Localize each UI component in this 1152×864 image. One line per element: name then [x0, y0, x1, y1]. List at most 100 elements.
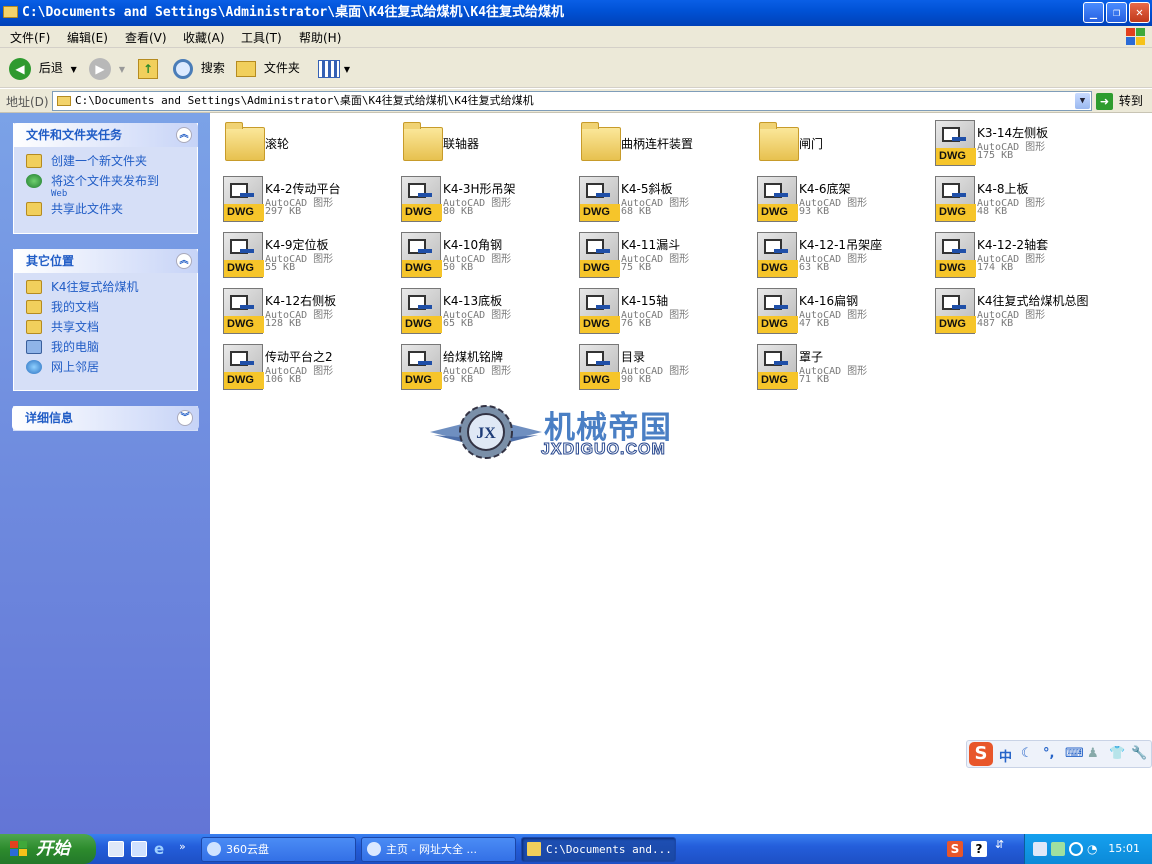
chevron-down-icon[interactable]: ▼ — [119, 65, 125, 74]
dwg-file-icon: DWG — [397, 175, 442, 222]
dwg-file-item[interactable]: DWG K4-13底板 AutoCAD 图形 65 KB — [393, 284, 568, 338]
dwg-file-item[interactable]: DWG K4-11漏斗 AutoCAD 图形 75 KB — [571, 228, 746, 282]
dwg-file-item[interactable]: DWG K4-5斜板 AutoCAD 图形 68 KB — [571, 172, 746, 226]
panel-header[interactable]: 文件和文件夹任务 ︽ — [13, 123, 198, 147]
file-size: 106 KB — [265, 374, 302, 385]
keyboard-icon[interactable]: ⌨ — [1065, 746, 1084, 761]
file-size: 65 KB — [443, 318, 474, 329]
dwg-file-icon: DWG — [753, 287, 798, 334]
show-desktop-icon[interactable] — [108, 841, 124, 857]
menu-help[interactable]: 帮助(H) — [299, 29, 341, 46]
user-icon[interactable]: ♟ — [1087, 746, 1099, 761]
dwg-file-item[interactable]: DWG 目录 AutoCAD 图形 90 KB — [571, 340, 746, 394]
dwg-file-item[interactable]: DWG K4-3H形吊架 AutoCAD 图形 80 KB — [393, 172, 568, 226]
place-network[interactable]: 网上邻居 — [26, 359, 197, 379]
folder-item[interactable]: 滚轮 — [215, 116, 390, 170]
ime-toolbar[interactable]: S 中 ☾ °, ⌨ ♟ 👕 🔧 — [966, 740, 1152, 768]
dwg-label: DWG — [224, 316, 264, 333]
place-my-documents[interactable]: 我的文档 — [26, 299, 197, 319]
task-360-cloud[interactable]: 360云盘 — [201, 837, 356, 862]
menu-file[interactable]: 文件(F) — [10, 29, 50, 46]
file-size: 174 KB — [977, 262, 1014, 273]
chevron-down-icon[interactable]: ▼ — [1075, 93, 1090, 109]
network-tray-icon[interactable] — [1033, 842, 1047, 856]
dwg-file-item[interactable]: DWG K4-12-2轴套 AutoCAD 图形 174 KB — [927, 228, 1102, 282]
panel-header[interactable]: 其它位置 ︽ — [13, 249, 198, 273]
file-name: 闸门 — [799, 137, 824, 151]
search-button[interactable]: 搜索 — [173, 56, 225, 80]
dwg-file-icon: DWG — [931, 287, 976, 334]
share-folder-link[interactable]: 共享此文件夹 — [26, 201, 197, 221]
network-icon — [26, 360, 42, 374]
volume-icon[interactable]: ◔ — [1087, 842, 1101, 856]
dwg-file-item[interactable]: DWG K4-8上板 AutoCAD 图形 48 KB — [927, 172, 1102, 226]
search-icon[interactable] — [131, 841, 147, 857]
dwg-file-item[interactable]: DWG K4-10角钢 AutoCAD 图形 50 KB — [393, 228, 568, 282]
dwg-file-item[interactable]: DWG K4往复式给煤机总图 AutoCAD 图形 487 KB — [927, 284, 1102, 338]
minimize-button[interactable]: _ — [1083, 2, 1104, 23]
new-folder-link[interactable]: 创建一个新文件夹 — [26, 153, 197, 173]
svg-text:JX: JX — [476, 425, 496, 442]
panel-header[interactable]: 详细信息 ︾ — [12, 406, 199, 430]
go-button[interactable]: ➜ 转到 — [1096, 92, 1143, 110]
dwg-file-item[interactable]: DWG K4-2传动平台 AutoCAD 图形 297 KB — [215, 172, 390, 226]
dwg-file-item[interactable]: DWG 给煤机铭牌 AutoCAD 图形 69 KB — [393, 340, 568, 394]
dwg-file-item[interactable]: DWG 罩子 AutoCAD 图形 71 KB — [749, 340, 924, 394]
punctuation-icon[interactable]: °, — [1043, 746, 1054, 761]
chevron-right-icon[interactable]: » — [179, 841, 195, 857]
wrench-icon[interactable]: 🔧 — [1131, 746, 1147, 761]
menu-favorites[interactable]: 收藏(A) — [183, 29, 225, 46]
shield-icon[interactable] — [1069, 842, 1083, 856]
dwg-label: DWG — [224, 372, 264, 389]
up-folder-button[interactable]: ↑ — [138, 56, 158, 80]
moon-icon[interactable]: ☾ — [1021, 746, 1033, 761]
back-button[interactable]: ◀ 后退 ▼ — [9, 56, 77, 80]
menu-tools[interactable]: 工具(T) — [241, 29, 282, 46]
dwg-file-item[interactable]: DWG K4-16扁钢 AutoCAD 图形 47 KB — [749, 284, 924, 338]
collapse-icon[interactable]: ︽ — [176, 127, 192, 143]
forward-button[interactable]: ▶ ▼ — [89, 56, 125, 80]
dwg-file-item[interactable]: DWG K4-6底架 AutoCAD 图形 93 KB — [749, 172, 924, 226]
task-browser[interactable]: 主页 - 网址大全 ... — [361, 837, 516, 862]
maximize-button[interactable]: ❐ — [1106, 2, 1127, 23]
place-k4-folder[interactable]: K4往复式给煤机 — [26, 279, 197, 299]
ime-mode[interactable]: 中 — [999, 746, 1012, 765]
menu-edit[interactable]: 编辑(E) — [67, 29, 108, 46]
folders-button[interactable]: 文件夹 — [236, 56, 300, 80]
ie-icon[interactable]: e — [154, 841, 170, 857]
shirt-icon[interactable]: 👕 — [1109, 746, 1125, 761]
collapse-icon[interactable]: ︽ — [176, 253, 192, 269]
sogou-logo-icon: S — [969, 742, 993, 766]
sogou-tray-icon[interactable]: S — [947, 841, 963, 857]
dwg-file-item[interactable]: DWG K3-14左侧板 AutoCAD 图形 175 KB — [927, 116, 1102, 170]
task-explorer[interactable]: C:\Documents and... — [521, 837, 676, 862]
place-shared-documents[interactable]: 共享文档 — [26, 319, 197, 339]
publish-web-link[interactable]: 将这个文件夹发布到 Web — [26, 173, 197, 201]
expand-icon[interactable]: ︾ — [177, 410, 193, 426]
file-size: 48 KB — [977, 206, 1008, 217]
start-button[interactable]: 开始 — [0, 834, 96, 864]
dwg-label: DWG — [580, 316, 620, 333]
help-icon[interactable]: ? — [971, 841, 987, 857]
menu-view[interactable]: 查看(V) — [125, 29, 167, 46]
views-button[interactable]: ▼ — [318, 56, 350, 80]
windows-logo-icon — [1124, 27, 1146, 47]
dwg-label: DWG — [758, 372, 798, 389]
chevron-down-icon[interactable]: ▼ — [71, 65, 77, 74]
wireless-icon[interactable] — [1051, 842, 1065, 856]
input-arrows-icon[interactable]: ⇵ — [995, 839, 1011, 857]
dwg-file-item[interactable]: DWG K4-12-1吊架座 AutoCAD 图形 63 KB — [749, 228, 924, 282]
dwg-file-icon: DWG — [219, 343, 264, 390]
dwg-file-item[interactable]: DWG K4-12右侧板 AutoCAD 图形 128 KB — [215, 284, 390, 338]
folder-item[interactable]: 联轴器 — [393, 116, 568, 170]
address-input[interactable]: C:\Documents and Settings\Administrator\… — [52, 91, 1092, 111]
dwg-file-item[interactable]: DWG K4-9定位板 AutoCAD 图形 55 KB — [215, 228, 390, 282]
dwg-file-item[interactable]: DWG K4-15轴 AutoCAD 图形 76 KB — [571, 284, 746, 338]
folder-item[interactable]: 闸门 — [749, 116, 924, 170]
dwg-file-item[interactable]: DWG 传动平台之2 AutoCAD 图形 106 KB — [215, 340, 390, 394]
task-pane: 文件和文件夹任务 ︽ 创建一个新文件夹 将这个文件夹发布到 Web 共享此文件夹… — [0, 113, 210, 834]
place-my-computer[interactable]: 我的电脑 — [26, 339, 197, 359]
window-title-bar[interactable]: C:\Documents and Settings\Administrator\… — [0, 0, 1152, 26]
close-button[interactable]: ✕ — [1129, 2, 1150, 23]
folder-item[interactable]: 曲柄连杆装置 — [571, 116, 746, 170]
